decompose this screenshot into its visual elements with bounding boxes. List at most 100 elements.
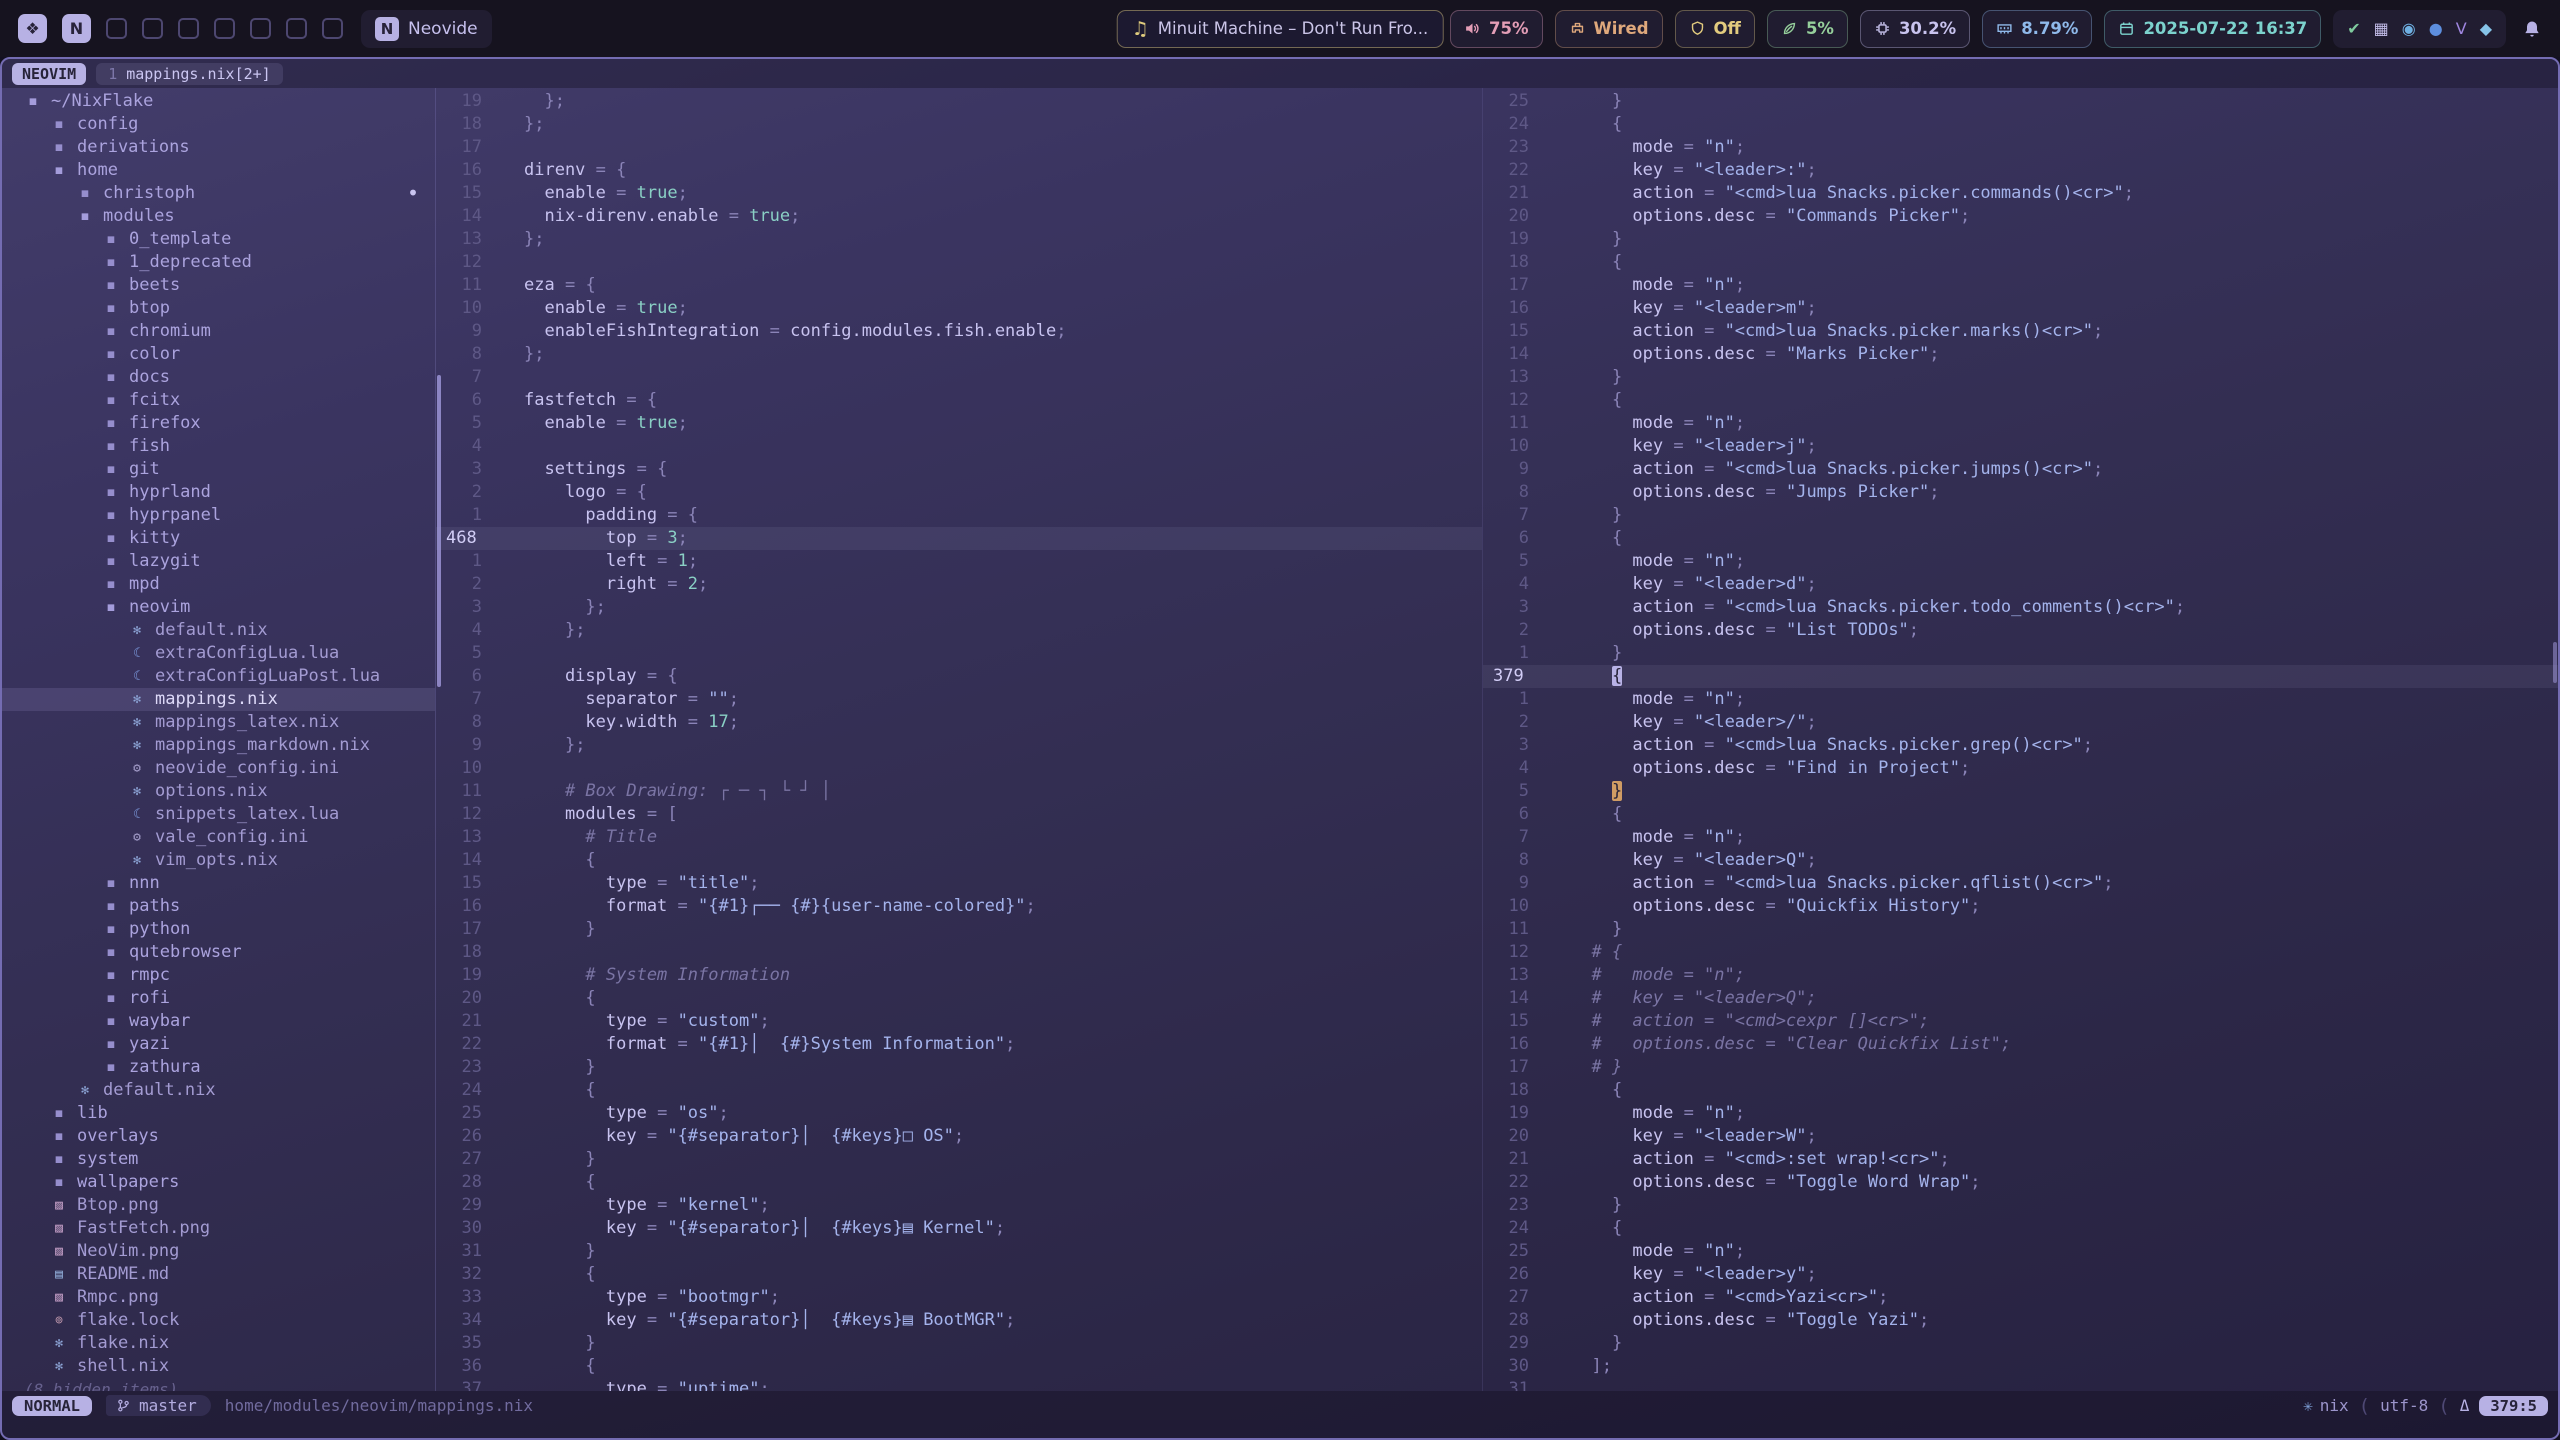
tree-item-kitty[interactable]: ◼kitty xyxy=(2,527,435,550)
workspace-empty-button[interactable] xyxy=(106,18,127,39)
code-line[interactable]: 26 key = "{#separator}│ {#keys}□ OS"; xyxy=(436,1125,1482,1148)
code-line[interactable]: 1 padding = { xyxy=(436,504,1482,527)
code-line[interactable]: 23 mode = "n"; xyxy=(1483,136,2558,159)
code-line[interactable]: 12 xyxy=(436,251,1482,274)
code-line[interactable]: 26 key = "<leader>y"; xyxy=(1483,1263,2558,1286)
power-module[interactable]: 5% xyxy=(1767,10,1848,48)
code-line[interactable]: 9 }; xyxy=(436,734,1482,757)
tree-item-zathura[interactable]: ◼zathura xyxy=(2,1056,435,1079)
network-module[interactable]: Wired xyxy=(1555,10,1663,48)
tree-item-mappings.nix[interactable]: ✻mappings.nix xyxy=(2,688,435,711)
code-line[interactable]: 22 key = "<leader>:"; xyxy=(1483,159,2558,182)
workspace-1-button[interactable]: ❖ xyxy=(18,14,47,43)
code-line[interactable]: 5 mode = "n"; xyxy=(1483,550,2558,573)
code-line[interactable]: 25 mode = "n"; xyxy=(1483,1240,2558,1263)
tree-item-0_template[interactable]: ◼0_template xyxy=(2,228,435,251)
vpn-module[interactable]: Off xyxy=(1675,10,1755,48)
code-line[interactable]: 16 format = "{#1}┌── {#}{user-name-color… xyxy=(436,895,1482,918)
volume-module[interactable]: 75% xyxy=(1450,10,1543,48)
tree-item-flake.nix[interactable]: ✻flake.nix xyxy=(2,1332,435,1355)
tree-item-mappings_latex.nix[interactable]: ✻mappings_latex.nix xyxy=(2,711,435,734)
dot-blue-icon[interactable]: ◉ xyxy=(2402,21,2416,37)
code-line[interactable]: 19 mode = "n"; xyxy=(1483,1102,2558,1125)
code-line[interactable]: 22 format = "{#1}│ {#}System Information… xyxy=(436,1033,1482,1056)
code-line[interactable]: 23 } xyxy=(436,1056,1482,1079)
code-line[interactable]: 10 options.desc = "Quickfix History"; xyxy=(1483,895,2558,918)
code-line[interactable]: 25 } xyxy=(1483,90,2558,113)
code-line[interactable]: 468 top = 3; xyxy=(436,527,1482,550)
code-line[interactable]: 17 xyxy=(436,136,1482,159)
code-line[interactable]: 19 }; xyxy=(436,90,1482,113)
tree-item-docs[interactable]: ◼docs xyxy=(2,366,435,389)
code-line[interactable]: 15 enable = true; xyxy=(436,182,1482,205)
tree-item-wallpapers[interactable]: ◼wallpapers xyxy=(2,1171,435,1194)
code-line[interactable]: 8 key.width = 17; xyxy=(436,711,1482,734)
workspace-empty-button[interactable] xyxy=(142,18,163,39)
code-line[interactable]: 8 options.desc = "Jumps Picker"; xyxy=(1483,481,2558,504)
code-line[interactable]: 37 type = "uptime"; xyxy=(436,1378,1482,1391)
code-line[interactable]: 16 # options.desc = "Clear Quickfix List… xyxy=(1483,1033,2558,1056)
code-line[interactable]: 32 { xyxy=(436,1263,1482,1286)
code-line[interactable]: 7 separator = ""; xyxy=(436,688,1482,711)
code-line[interactable]: 30 key = "{#separator}│ {#keys}▤ Kernel"… xyxy=(436,1217,1482,1240)
code-line[interactable]: 15 type = "title"; xyxy=(436,872,1482,895)
workspace-empty-button[interactable] xyxy=(178,18,199,39)
code-line[interactable]: 2 right = 2; xyxy=(436,573,1482,596)
code-line[interactable]: 11 mode = "n"; xyxy=(1483,412,2558,435)
code-line[interactable]: 10 key = "<leader>j"; xyxy=(1483,435,2558,458)
editor-pane-right[interactable]: 25 }24 {23 mode = "n";22 key = "<leader>… xyxy=(1482,88,2558,1391)
code-line[interactable]: 7 mode = "n"; xyxy=(1483,826,2558,849)
tree-item-git[interactable]: ◼git xyxy=(2,458,435,481)
active-window-module[interactable]: N Neovide xyxy=(361,10,492,48)
tree-item-btop[interactable]: ◼btop xyxy=(2,297,435,320)
editor-pane-left[interactable]: 19 };18};1716direnv = {15 enable = true;… xyxy=(436,88,1482,1391)
tree-item-extraConfigLua.lua[interactable]: ☾extraConfigLua.lua xyxy=(2,642,435,665)
code-line[interactable]: 14 { xyxy=(436,849,1482,872)
tree-item-qutebrowser[interactable]: ◼qutebrowser xyxy=(2,941,435,964)
code-line[interactable]: 21 type = "custom"; xyxy=(436,1010,1482,1033)
code-line[interactable]: 18}; xyxy=(436,113,1482,136)
tree-item-fish[interactable]: ◼fish xyxy=(2,435,435,458)
tree-item-Btop.png[interactable]: ▨Btop.png xyxy=(2,1194,435,1217)
workspace-2-button[interactable]: N xyxy=(62,14,91,43)
code-line[interactable]: 24 { xyxy=(1483,113,2558,136)
tree-item-beets[interactable]: ◼beets xyxy=(2,274,435,297)
code-line[interactable]: 27 } xyxy=(436,1148,1482,1171)
code-line[interactable]: 30 ]; xyxy=(1483,1355,2558,1378)
tree-item-neovim[interactable]: ◼neovim xyxy=(2,596,435,619)
cpu-module[interactable]: 30.2% xyxy=(1860,10,1970,48)
code-line[interactable]: 12 modules = [ xyxy=(436,803,1482,826)
tree-item-paths[interactable]: ◼paths xyxy=(2,895,435,918)
tree-item-vim_opts.nix[interactable]: ✻vim_opts.nix xyxy=(2,849,435,872)
code-line[interactable]: 7 } xyxy=(1483,504,2558,527)
tree-item-home[interactable]: ◼home xyxy=(2,159,435,182)
tree-item-flake.lock[interactable]: ⊚flake.lock xyxy=(2,1309,435,1332)
tree-item-~/NixFlake[interactable]: ◼~/NixFlake xyxy=(2,90,435,113)
code-line[interactable]: 18 { xyxy=(1483,251,2558,274)
tree-item-FastFetch.png[interactable]: ▨FastFetch.png xyxy=(2,1217,435,1240)
code-line[interactable]: 1 mode = "n"; xyxy=(1483,688,2558,711)
tree-item-chromium[interactable]: ◼chromium xyxy=(2,320,435,343)
tree-item-mappings_markdown.nix[interactable]: ✻mappings_markdown.nix xyxy=(2,734,435,757)
tree-item-extraConfigLuaPost.lua[interactable]: ☾extraConfigLuaPost.lua xyxy=(2,665,435,688)
code-line[interactable]: 6 display = { xyxy=(436,665,1482,688)
code-line[interactable]: 28 { xyxy=(436,1171,1482,1194)
tree-item-color[interactable]: ◼color xyxy=(2,343,435,366)
code-line[interactable]: 31 } xyxy=(436,1240,1482,1263)
check-circle-icon[interactable]: ✔ xyxy=(2347,21,2360,37)
code-line[interactable]: 1 left = 1; xyxy=(436,550,1482,573)
code-line[interactable]: 36 { xyxy=(436,1355,1482,1378)
code-line[interactable]: 8}; xyxy=(436,343,1482,366)
code-line[interactable]: 4 key = "<leader>d"; xyxy=(1483,573,2558,596)
code-line[interactable]: 1 } xyxy=(1483,642,2558,665)
tree-item-yazi[interactable]: ◼yazi xyxy=(2,1033,435,1056)
code-line[interactable]: 18 xyxy=(436,941,1482,964)
code-line[interactable]: 4 }; xyxy=(436,619,1482,642)
tree-item-nnn[interactable]: ◼nnn xyxy=(2,872,435,895)
code-line[interactable]: 12 # { xyxy=(1483,941,2558,964)
tree-item-rofi[interactable]: ◼rofi xyxy=(2,987,435,1010)
git-branch[interactable]: master xyxy=(106,1395,211,1416)
code-line[interactable]: 2 options.desc = "List TODOs"; xyxy=(1483,619,2558,642)
tree-item-fcitx[interactable]: ◼fcitx xyxy=(2,389,435,412)
code-line[interactable]: 17 # } xyxy=(1483,1056,2558,1079)
